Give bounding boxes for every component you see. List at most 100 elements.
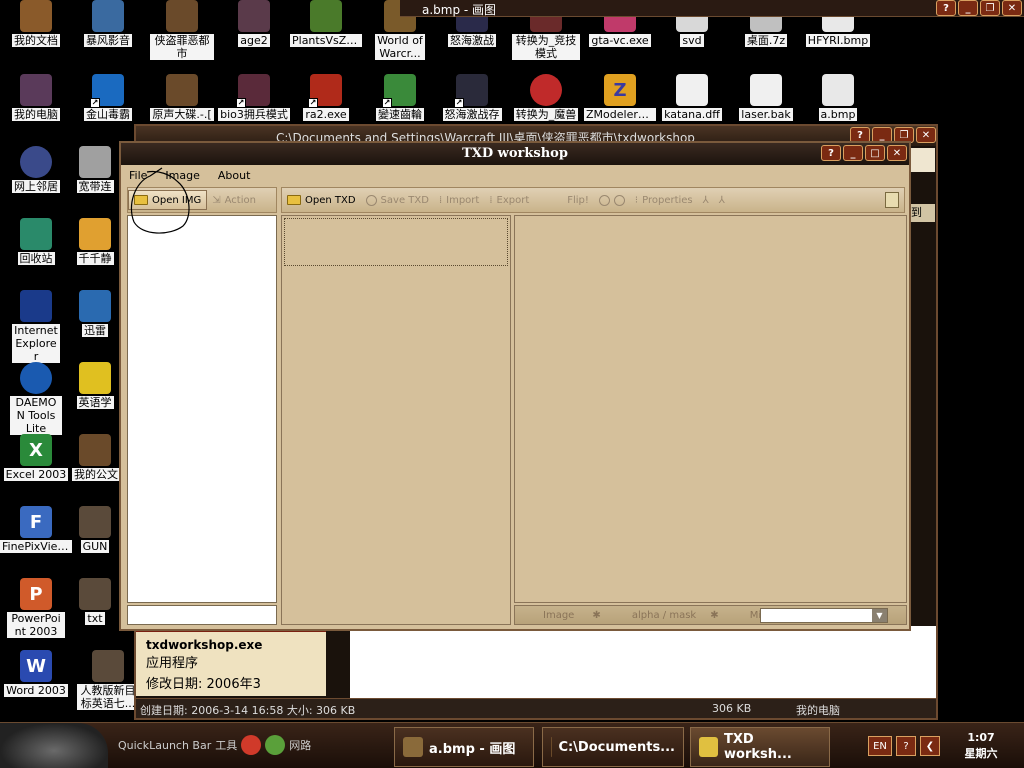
desktop-icon-katana-dff[interactable]: katana.dff: [656, 74, 728, 124]
desktop-icon-my-documents[interactable]: 我的文档: [0, 0, 72, 50]
app-icon: F: [20, 506, 52, 538]
desktop-icon-ttplayer[interactable]: 千千静: [72, 218, 118, 268]
txd-workshop-window[interactable]: TXD workshop ? _ □ ✕ File Image About Op…: [119, 141, 911, 631]
desktop-icon-ie[interactable]: Internet Explorer: [0, 290, 72, 366]
desktop-icon-network[interactable]: 网上邻居: [0, 146, 72, 196]
close-button[interactable]: ✕: [1002, 0, 1022, 16]
task-explorer[interactable]: C:\Documents...: [542, 727, 684, 767]
paint-window-titlebar[interactable]: a.bmp - 画图 ? _ ❐ ✕: [400, 0, 1024, 17]
action-button[interactable]: ⇲ Action: [207, 190, 261, 210]
tools-toolbar-label[interactable]: 工具: [215, 737, 237, 753]
desktop-icon-finepix[interactable]: F FinePixViewer: [0, 506, 72, 556]
desktop-icon-a-bmp[interactable]: a.bmp: [802, 74, 874, 124]
windows-logo-icon: [911, 148, 935, 172]
explorer-go-button[interactable]: 到: [911, 204, 935, 222]
desktop-icon-my-computer[interactable]: 我的电脑: [0, 74, 72, 124]
tool-a-button[interactable]: ⅄: [698, 190, 714, 210]
tray-expand-button[interactable]: ❮: [920, 736, 940, 756]
open-txd-button[interactable]: Open TXD: [282, 190, 361, 210]
download-icon: [79, 290, 111, 322]
desktop-icon-broadband[interactable]: 宽带连: [72, 146, 118, 196]
system-tray: EN ? ❮ 1:07 星期六: [868, 723, 1024, 768]
properties-button[interactable]: ⁝ Properties: [630, 190, 698, 210]
desktop-icon-word[interactable]: W Word 2003: [0, 650, 72, 700]
powerpoint-icon: P: [20, 578, 52, 610]
desktop-icon-gta-vc-folder[interactable]: 侠盗罪恶都市: [146, 0, 218, 63]
qq-icon[interactable]: [241, 735, 262, 755]
status-details: 创建日期: 2006-3-14 16:58 大小: 306 KB: [140, 704, 356, 717]
img-filter-input[interactable]: [127, 605, 277, 625]
menu-image[interactable]: Image: [163, 167, 201, 185]
desktop-icon-age2[interactable]: age2: [218, 0, 290, 50]
game-icon: [238, 0, 270, 32]
task-txd-workshop[interactable]: TXD worksh...: [690, 727, 830, 767]
menu-about[interactable]: About: [216, 167, 253, 185]
app-icon: [20, 362, 52, 394]
desktop-icon-soundtrack[interactable]: 原声大碟.-.[: [146, 74, 218, 124]
texture-preview[interactable]: [514, 215, 907, 603]
export-button[interactable]: ⁞ Export: [484, 190, 534, 210]
app-icon[interactable]: [265, 735, 286, 755]
language-indicator[interactable]: EN: [868, 736, 892, 756]
help-tray-button[interactable]: ?: [896, 736, 916, 756]
desktop-icon-kingsoft[interactable]: ↗ 金山毒霸: [72, 74, 144, 124]
menu-file[interactable]: File: [127, 167, 149, 185]
rotate-buttons[interactable]: [594, 190, 630, 210]
close-button[interactable]: ✕: [916, 127, 936, 143]
desktop-icon-txt[interactable]: txt: [72, 578, 118, 628]
clock[interactable]: 1:07 星期六: [944, 730, 1018, 762]
desktop-icon-baofeng[interactable]: 暴风影音: [72, 0, 144, 50]
import-button[interactable]: ⁞ Import: [434, 190, 484, 210]
file-list-area[interactable]: [350, 626, 936, 702]
antivirus-icon: ↗: [90, 74, 124, 108]
texture-list[interactable]: [281, 215, 511, 625]
quicklaunch-label[interactable]: QuickLaunch Bar: [118, 739, 211, 752]
network-toolbar-label[interactable]: 网路: [289, 737, 311, 753]
game-icon: ↗: [236, 74, 270, 108]
app-icon: ↗: [382, 74, 416, 108]
desktop-icon-gun[interactable]: GUN: [72, 506, 118, 556]
flip-button[interactable]: Flip!: [562, 190, 594, 210]
txd-toolbar: Open TXD Save TXD ⁞ Import ⁞ Export Flip! …: [281, 187, 905, 213]
help-button[interactable]: ?: [936, 0, 956, 16]
desktop-icon-thunder[interactable]: 迅雷: [72, 290, 118, 340]
desktop-icon-daemon-tools[interactable]: DAEMON Tools Lite: [0, 362, 72, 438]
desktop-icon-my-briefcase[interactable]: 我的公文: [72, 434, 120, 484]
open-img-button[interactable]: Open IMG: [128, 190, 208, 210]
excel-icon: X: [20, 434, 52, 466]
desktop-icon-ra2[interactable]: ↗ ra2.exe: [290, 74, 362, 124]
save-txd-button[interactable]: Save TXD: [361, 190, 434, 210]
preview-background-select[interactable]: ▼: [760, 608, 888, 623]
desktop-icon-recycle-bin[interactable]: 回收站: [0, 218, 72, 268]
img-file-list[interactable]: [127, 215, 277, 603]
minimize-button[interactable]: _: [843, 145, 863, 161]
preview-tab-image[interactable]: Image: [543, 610, 574, 621]
desktop-icon-plantsvszombies[interactable]: PlantsVsZo...: [290, 0, 362, 50]
minimize-button[interactable]: _: [958, 0, 978, 16]
desktop-icon-english-study[interactable]: 英语学: [72, 362, 118, 412]
desktop-icon-powerpoint[interactable]: P PowerPoint 2003: [0, 578, 72, 641]
clock-time: 1:07: [967, 731, 995, 744]
import-icon: ⁞: [438, 194, 443, 206]
desktop-icon-speed-gear[interactable]: ↗ 變速齒輪: [364, 74, 436, 124]
desktop-icon-nuhai-save[interactable]: ↗ 怒海激战存: [436, 74, 508, 124]
folder-icon: [134, 195, 148, 205]
desktop-icon-excel[interactable]: X Excel 2003: [0, 434, 72, 484]
game-icon: ↗: [454, 74, 488, 108]
preview-tab-alpha[interactable]: ✱ alpha / mask: [592, 610, 696, 621]
task-paint[interactable]: a.bmp - 画图: [394, 727, 534, 767]
help-button[interactable]: ?: [821, 145, 841, 161]
desktop-icon-zmodeler[interactable]: Z ZModeler2....: [584, 74, 656, 124]
desktop-icon-convert-warcraft[interactable]: 转换为_魔兽: [510, 74, 582, 124]
start-button[interactable]: [0, 723, 108, 768]
close-button[interactable]: ✕: [887, 145, 907, 161]
desktop-icon-laser-bak[interactable]: laser.bak: [730, 74, 802, 124]
maximize-button[interactable]: □: [865, 145, 885, 161]
texture-list-selection[interactable]: [284, 218, 508, 266]
txd-titlebar[interactable]: TXD workshop ? _ □ ✕: [121, 143, 909, 165]
tool-b-button[interactable]: ⅄: [714, 190, 730, 210]
restore-button[interactable]: ❐: [980, 0, 1000, 16]
folder-icon: [79, 578, 111, 610]
notes-button[interactable]: [880, 190, 904, 210]
desktop-icon-bio3[interactable]: ↗ bio3拥兵模式: [218, 74, 290, 124]
